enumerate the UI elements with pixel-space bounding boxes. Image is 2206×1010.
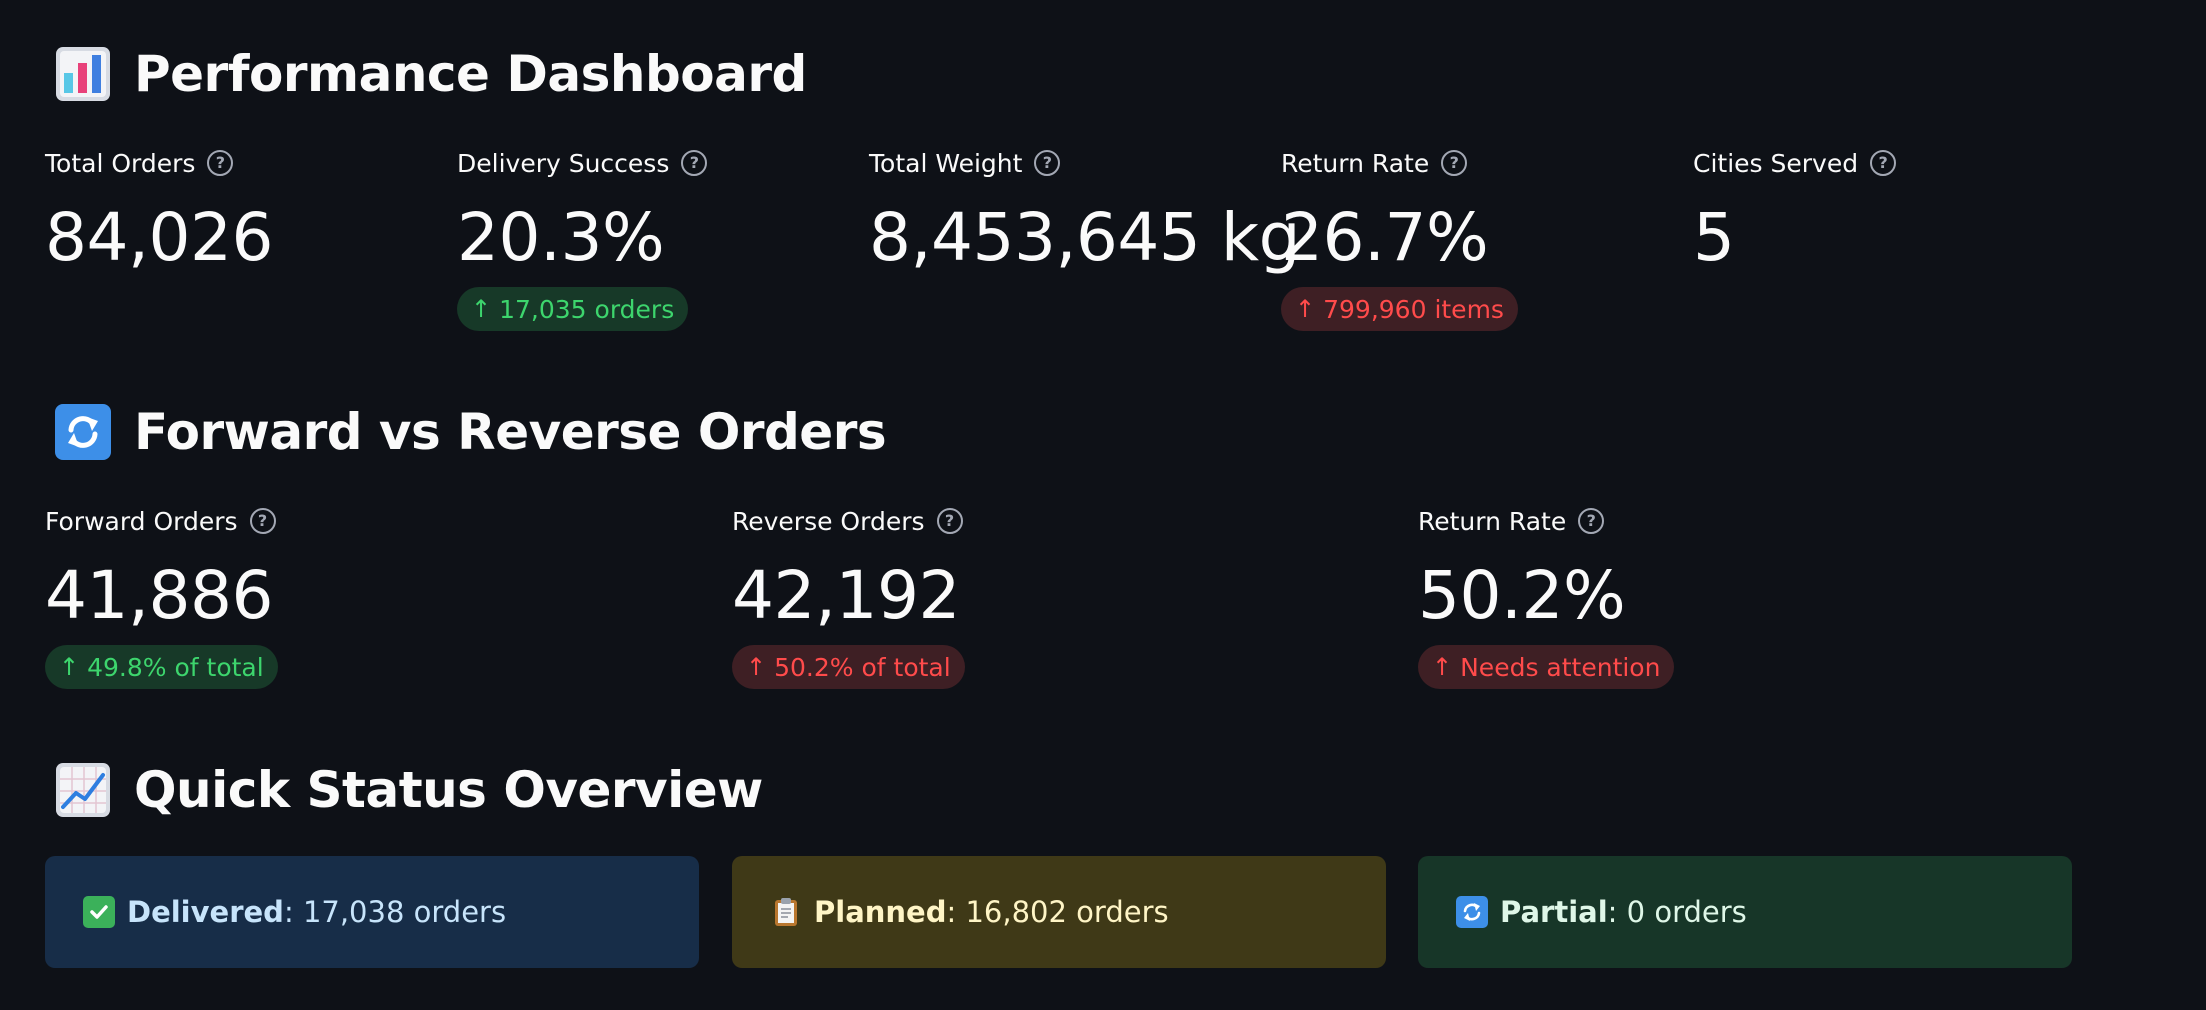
metric-cities-served: Cities Served? 5: [1693, 145, 1897, 279]
help-icon[interactable]: ?: [249, 508, 276, 534]
metric-return-rate: Return Rate? 26.7% ↑ 799,960 items: [1281, 145, 1518, 331]
metric-total-weight: Total Weight? 8,453,645 kg: [869, 145, 1301, 279]
metric-delivery-success: Delivery Success? 20.3% ↑ 17,035 orders: [457, 145, 708, 331]
status-label: Planned: [814, 895, 947, 929]
metric-delta: ↑ 49.8% of total: [45, 645, 278, 689]
metric-delta: ↑ 50.2% of total: [732, 645, 965, 689]
status-text: 17,038 orders: [302, 895, 507, 929]
metric-label: Total Weight: [869, 148, 1023, 178]
performance-section-header: Performance Dashboard: [54, 34, 807, 114]
arrows-cycle-icon: [1456, 896, 1488, 928]
chart-increasing-icon: [54, 761, 112, 819]
help-icon[interactable]: ?: [207, 150, 234, 176]
metric-total-orders: Total Orders? 84,026: [45, 145, 273, 279]
help-icon[interactable]: ?: [1870, 150, 1897, 176]
help-icon[interactable]: ?: [1034, 150, 1061, 176]
status-separator: :: [1607, 895, 1627, 929]
metric-delta: ↑ Needs attention: [1418, 645, 1675, 689]
dashboard-page: Performance Dashboard Total Orders? 84,0…: [0, 0, 2206, 1010]
status-text: 0 orders: [1626, 895, 1747, 929]
quick-status-title: Quick Status Overview: [134, 761, 763, 819]
delta-text: 17,035 orders: [499, 294, 675, 324]
metric-value: 5: [1693, 199, 1735, 276]
status-label: Delivered: [127, 895, 284, 929]
metric-return-rate-fr: Return Rate? 50.2% ↑ Needs attention: [1418, 503, 1675, 689]
status-label: Partial: [1500, 895, 1608, 929]
metric-value: 84,026: [45, 199, 273, 276]
metric-reverse-orders: Reverse Orders? 42,192 ↑ 50.2% of total: [732, 503, 965, 689]
help-icon[interactable]: ?: [1441, 150, 1468, 176]
metric-label: Forward Orders: [45, 506, 238, 536]
metric-delta: ↑ 799,960 items: [1281, 287, 1518, 331]
arrows-cycle-icon: [54, 403, 112, 461]
quick-status-section-header: Quick Status Overview: [54, 750, 763, 830]
performance-title: Performance Dashboard: [134, 45, 807, 103]
delta-text: 799,960 items: [1323, 294, 1504, 324]
up-arrow-icon: ↑: [746, 653, 767, 681]
up-arrow-icon: ↑: [59, 653, 80, 681]
delta-text: 50.2% of total: [774, 652, 951, 682]
metric-label: Delivery Success: [457, 148, 670, 178]
metric-value: 41,886: [45, 557, 273, 634]
forward-reverse-title: Forward vs Reverse Orders: [134, 403, 887, 461]
bar-chart-icon: [54, 45, 112, 103]
metric-value: 42,192: [732, 557, 960, 634]
help-icon[interactable]: ?: [936, 508, 963, 534]
status-text: 16,802 orders: [965, 895, 1169, 929]
metric-value: 26.7%: [1281, 199, 1489, 276]
metric-label: Return Rate: [1281, 148, 1430, 178]
check-mark-icon: [83, 896, 115, 928]
help-icon[interactable]: ?: [681, 150, 708, 176]
status-card-delivered: Delivered: 17,038 orders: [45, 856, 699, 968]
metric-forward-orders: Forward Orders? 41,886 ↑ 49.8% of total: [45, 503, 278, 689]
up-arrow-icon: ↑: [1432, 653, 1453, 681]
metric-label: Return Rate: [1418, 506, 1567, 536]
forward-reverse-section-header: Forward vs Reverse Orders: [54, 392, 887, 472]
metric-value: 8,453,645 kg: [869, 199, 1301, 276]
status-card-partial: Partial: 0 orders: [1418, 856, 2072, 968]
up-arrow-icon: ↑: [1295, 295, 1316, 323]
clipboard-icon: [770, 896, 802, 928]
help-icon[interactable]: ?: [1578, 508, 1605, 534]
metric-value: 50.2%: [1418, 557, 1626, 634]
delta-text: 49.8% of total: [87, 652, 264, 682]
status-card-planned: Planned: 16,802 orders: [732, 856, 1386, 968]
delta-text: Needs attention: [1460, 652, 1661, 682]
status-separator: :: [946, 895, 966, 929]
status-separator: :: [283, 895, 303, 929]
metric-label: Cities Served: [1693, 148, 1859, 178]
metric-value: 20.3%: [457, 199, 665, 276]
metric-label: Reverse Orders: [732, 506, 925, 536]
up-arrow-icon: ↑: [471, 295, 492, 323]
metric-delta: ↑ 17,035 orders: [457, 287, 689, 331]
metric-label: Total Orders: [45, 148, 196, 178]
